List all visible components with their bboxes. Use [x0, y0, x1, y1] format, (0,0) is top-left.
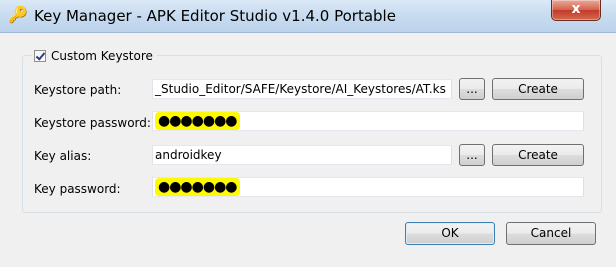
- custom-keystore-toggle[interactable]: Custom Keystore: [32, 48, 157, 64]
- keystore-password-value: ●●●●●●●: [155, 112, 240, 130]
- key-password-value: ●●●●●●●: [155, 178, 240, 196]
- cancel-button[interactable]: Cancel: [506, 222, 596, 245]
- title-bar[interactable]: 🔑 Key Manager - APK Editor Studio v1.4.0…: [0, 0, 616, 33]
- key-password-label: Key password:: [34, 182, 121, 196]
- ok-button[interactable]: OK: [405, 222, 495, 245]
- key-icon: 🔑: [8, 5, 28, 24]
- keystore-path-label: Keystore path:: [34, 83, 122, 97]
- alias-create-button[interactable]: Create: [492, 144, 584, 166]
- close-button[interactable]: x: [551, 0, 601, 21]
- alias-browse-button[interactable]: ...: [459, 144, 485, 166]
- keystore-create-button[interactable]: Create: [492, 78, 584, 100]
- custom-keystore-checkbox[interactable]: [34, 50, 46, 62]
- keystore-password-field[interactable]: ●●●●●●●: [152, 111, 584, 131]
- key-alias-label: Key alias:: [34, 149, 92, 163]
- keystore-password-label: Keystore password:: [34, 116, 151, 130]
- keystore-path-field[interactable]: _Studio_Editor/SAFE/Keystore/AI_Keystore…: [152, 79, 452, 99]
- key-alias-field[interactable]: androidkey: [152, 145, 452, 165]
- key-password-field[interactable]: ●●●●●●●: [152, 177, 584, 197]
- window-title: Key Manager - APK Editor Studio v1.4.0 P…: [34, 7, 396, 25]
- keystore-browse-button[interactable]: ...: [459, 78, 485, 100]
- custom-keystore-label: Custom Keystore: [51, 49, 153, 63]
